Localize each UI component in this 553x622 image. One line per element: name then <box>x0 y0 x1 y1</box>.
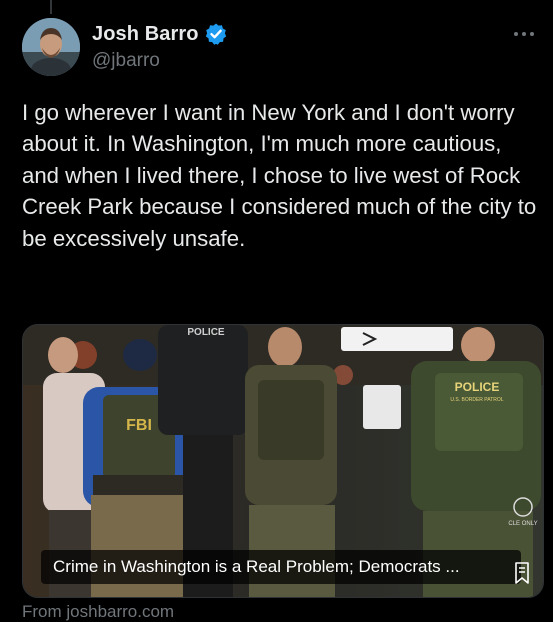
card-source-domain[interactable]: From joshbarro.com <box>22 602 174 622</box>
police-vest-label-right: POLICE <box>455 380 500 394</box>
border-patrol-label: U.S. BORDER PATROL <box>450 397 503 403</box>
link-preview-card[interactable]: FBI POLICE POLICE U.S. BORDER PATROL CLE… <box>22 324 544 598</box>
recycle-label: CLE ONLY <box>508 521 537 527</box>
avatar[interactable] <box>22 18 80 76</box>
tweet-text: I go wherever I want in New York and I d… <box>22 100 537 251</box>
fbi-vest-label: FBI <box>126 417 152 434</box>
avatar-image <box>22 18 80 76</box>
card-caption: Crime in Washington is a Real Problem; D… <box>41 550 521 584</box>
author-display-name[interactable]: Josh Barro <box>92 23 199 46</box>
police-vest-label-left: POLICE <box>187 327 225 338</box>
more-options-icon[interactable] <box>509 24 539 44</box>
verified-badge-icon <box>204 22 228 46</box>
bookmark-icon[interactable] <box>513 561 531 585</box>
author-block: Josh Barro @jbarro <box>92 20 228 72</box>
thread-connector-line <box>50 0 52 14</box>
tweet-header: Josh Barro @jbarro <box>22 18 539 78</box>
author-handle[interactable]: @jbarro <box>92 50 228 72</box>
